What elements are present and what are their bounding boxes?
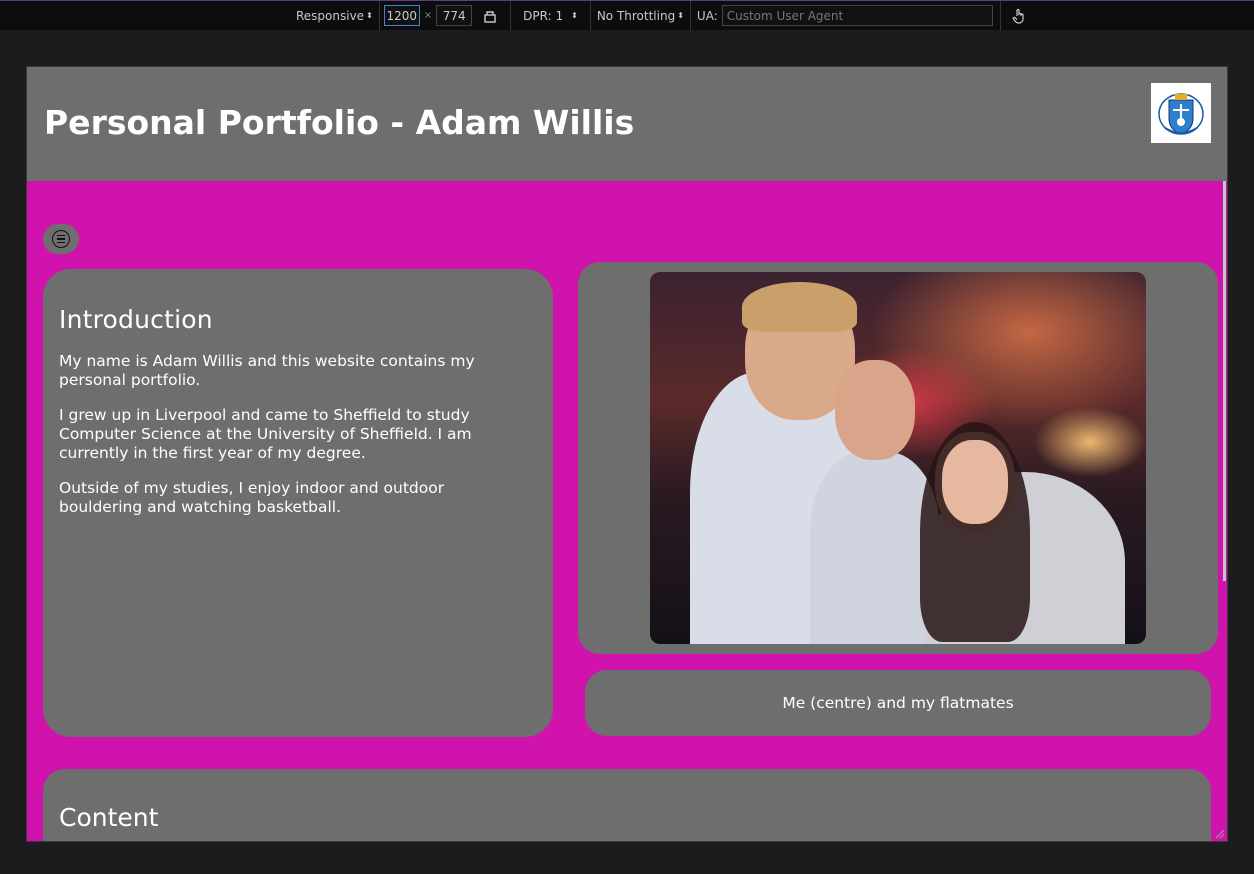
device-select-label: Responsive xyxy=(296,8,365,23)
device-select[interactable]: Responsive ⬍ xyxy=(290,1,379,31)
content-panel: Content xyxy=(43,769,1211,841)
throttling-select[interactable]: No Throttling ⬍ xyxy=(591,1,690,31)
intro-paragraph: I grew up in Liverpool and came to Sheff… xyxy=(59,406,472,462)
responsive-viewport: Personal Portfolio - Adam Willis Introdu… xyxy=(26,66,1228,842)
viewport-height-input[interactable]: 774 xyxy=(436,5,473,26)
dpr-label: DPR: 1 xyxy=(523,8,564,23)
select-arrows-icon: ⬍ xyxy=(366,11,373,20)
university-logo xyxy=(1151,83,1211,143)
resize-grip-icon[interactable] xyxy=(1213,827,1225,839)
page-scrollbar[interactable] xyxy=(1223,181,1226,581)
photo-caption-text: Me (centre) and my flatmates xyxy=(782,694,1014,712)
site-header: Personal Portfolio - Adam Willis xyxy=(27,67,1227,181)
select-arrows-icon: ⬍ xyxy=(571,11,578,20)
introduction-panel: Introduction My name is Adam Willis and … xyxy=(43,269,553,737)
university-crest-icon xyxy=(1158,93,1204,135)
viewport-width-input[interactable]: 1200 xyxy=(383,5,420,26)
user-agent-input[interactable]: Custom User Agent xyxy=(721,5,993,26)
content-heading: Content xyxy=(59,803,159,832)
photo-caption: Me (centre) and my flatmates xyxy=(585,670,1211,736)
page-title: Personal Portfolio - Adam Willis xyxy=(44,103,635,142)
responsive-toolbar: Responsive ⬍ 1200 × 774 DPR: 1 ⬍ No Thrott… xyxy=(0,0,1254,31)
times-sign: × xyxy=(423,10,433,21)
photo-card xyxy=(578,262,1218,654)
throttling-label: No Throttling xyxy=(596,8,676,23)
menu-toggle-button[interactable] xyxy=(43,224,79,254)
touch-simulation-button[interactable] xyxy=(1001,1,1037,31)
menu-icon xyxy=(52,230,70,248)
ua-label: UA: xyxy=(696,8,718,23)
intro-paragraph: My name is Adam Willis and this website … xyxy=(59,352,475,389)
dpr-select[interactable]: DPR: 1 ⬍ xyxy=(511,1,590,31)
hand-pointer-icon xyxy=(1012,8,1024,24)
intro-paragraph: Outside of my studies, I enjoy indoor an… xyxy=(59,479,445,516)
introduction-heading: Introduction xyxy=(59,305,213,334)
flatmates-photo xyxy=(650,272,1146,644)
rotate-icon[interactable] xyxy=(482,8,498,24)
select-arrows-icon: ⬍ xyxy=(677,11,684,20)
